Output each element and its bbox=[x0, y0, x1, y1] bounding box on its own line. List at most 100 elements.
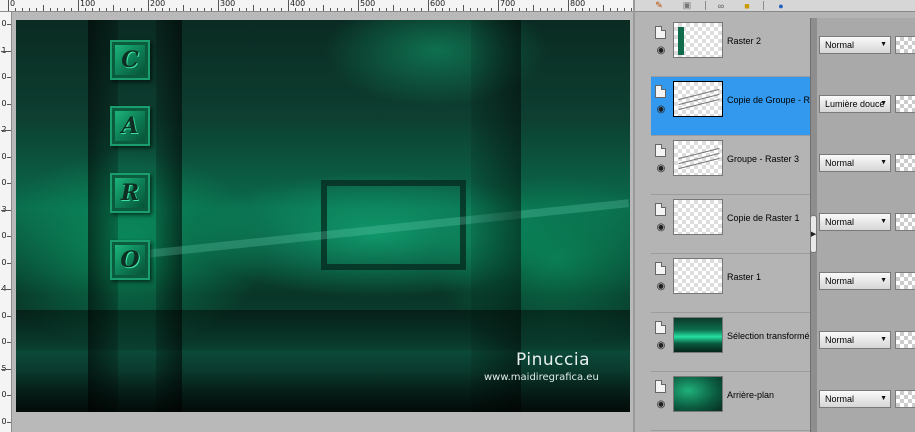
blend-mode-select[interactable]: Normal ▼ bbox=[819, 213, 891, 231]
opacity-swatch[interactable] bbox=[895, 390, 915, 408]
blend-mode-select[interactable]: Normal ▼ bbox=[819, 331, 891, 349]
eye-icon[interactable]: ◉ bbox=[654, 280, 668, 292]
eye-icon[interactable]: ◉ bbox=[654, 398, 668, 410]
ruler-minor-tick bbox=[169, 8, 170, 11]
image-canvas[interactable]: C A R O Pinuccia www.maidiregrafica.eu bbox=[16, 20, 630, 412]
opacity-swatch[interactable] bbox=[895, 213, 915, 231]
layer-type-icon[interactable] bbox=[655, 380, 666, 393]
ruler-tick bbox=[218, 0, 219, 11]
ruler-minor-tick bbox=[295, 8, 296, 11]
ruler-minor-tick bbox=[85, 8, 86, 11]
ruler-minor-tick bbox=[400, 8, 401, 11]
blend-mode-select[interactable]: Normal ▼ bbox=[819, 272, 891, 290]
ruler-minor-tick bbox=[29, 8, 30, 11]
ruler-minor-tick bbox=[99, 8, 100, 11]
ruler-minor-tick bbox=[491, 8, 492, 11]
ruler-minor-tick bbox=[141, 8, 142, 11]
layer-name[interactable]: Arrière-plan bbox=[727, 390, 810, 400]
ruler-label: 600 bbox=[430, 0, 446, 8]
letter-tile-o: O bbox=[110, 240, 150, 280]
mask-icon[interactable]: ▣ bbox=[681, 0, 693, 11]
layer-type-icon[interactable] bbox=[655, 85, 666, 98]
ruler-tick bbox=[1, 289, 11, 290]
ruler-minor-tick bbox=[631, 8, 632, 11]
layer-row[interactable]: ◉ Raster 2 bbox=[651, 18, 810, 77]
layer-row[interactable]: ◉ Raster 1 bbox=[651, 254, 810, 313]
blend-row: Lumière douce ▼ bbox=[817, 77, 915, 136]
layer-name[interactable]: Sélection transformé bbox=[727, 331, 810, 341]
layer-type-icon[interactable] bbox=[655, 321, 666, 334]
blend-row: Normal ▼ bbox=[817, 18, 915, 77]
opacity-swatch[interactable] bbox=[895, 36, 915, 54]
chevron-down-icon: ▼ bbox=[880, 159, 887, 166]
eye-icon[interactable]: ◉ bbox=[654, 44, 668, 56]
layer-name[interactable]: Raster 1 bbox=[727, 272, 810, 282]
layer-name[interactable]: Copie de Groupe - R bbox=[727, 95, 810, 105]
layer-name[interactable]: Copie de Raster 1 bbox=[727, 213, 810, 223]
dark-band-bottom bbox=[16, 310, 630, 350]
layer-name[interactable]: Groupe - Raster 3 bbox=[727, 154, 810, 164]
ruler-minor-tick bbox=[477, 8, 478, 11]
tile-letter: C bbox=[121, 47, 139, 73]
opacity-swatch[interactable] bbox=[895, 331, 915, 349]
eye-icon[interactable]: ◉ bbox=[654, 103, 668, 115]
layer-thumbnail[interactable] bbox=[673, 376, 723, 412]
ruler-tick bbox=[78, 0, 79, 11]
eye-icon[interactable]: ◉ bbox=[654, 162, 668, 174]
globe-icon[interactable]: ● bbox=[775, 0, 787, 11]
blend-mode-value: Normal bbox=[825, 158, 855, 168]
ruler-minor-tick bbox=[113, 5, 114, 11]
link-icon[interactable]: ∞ bbox=[715, 0, 727, 11]
ruler-tick bbox=[7, 77, 11, 78]
blend-mode-select[interactable]: Normal ▼ bbox=[819, 36, 891, 54]
chevron-down-icon: ▼ bbox=[880, 395, 887, 402]
eye-icon[interactable]: ◉ bbox=[654, 221, 668, 233]
blend-mode-select[interactable]: Normal ▼ bbox=[819, 390, 891, 408]
ruler-minor-tick bbox=[36, 8, 37, 11]
layer-thumbnail[interactable] bbox=[673, 22, 723, 58]
splitter-arrow-icon[interactable]: ▶ bbox=[810, 215, 817, 253]
blend-mode-select[interactable]: Lumière douce ▼ bbox=[819, 95, 891, 113]
layer-type-icon[interactable] bbox=[655, 262, 666, 275]
ruler-minor-tick bbox=[484, 8, 485, 11]
ruler-tick bbox=[7, 315, 11, 317]
opacity-swatch[interactable] bbox=[895, 154, 915, 172]
opacity-swatch[interactable] bbox=[895, 95, 915, 113]
layer-thumbnail[interactable] bbox=[673, 258, 723, 294]
blend-mode-value: Lumière douce bbox=[825, 99, 885, 109]
ruler-tick bbox=[7, 103, 11, 105]
layer-type-icon[interactable] bbox=[655, 203, 666, 216]
lock-icon[interactable]: ■ bbox=[741, 0, 753, 11]
layer-row[interactable]: ◉ Copie de Raster 1 bbox=[651, 195, 810, 254]
blend-mode-select[interactable]: Normal ▼ bbox=[819, 154, 891, 172]
layer-thumbnail[interactable] bbox=[673, 317, 723, 353]
ruler-minor-tick bbox=[344, 8, 345, 11]
watermark-name: Pinuccia bbox=[516, 350, 590, 370]
layer-thumbnail[interactable] bbox=[673, 81, 723, 117]
ruler-tick bbox=[1, 368, 11, 370]
layer-row[interactable]: ◉ Sélection transformé bbox=[651, 313, 810, 372]
layer-row[interactable]: ◉ Groupe - Raster 3 bbox=[651, 136, 810, 195]
ruler-minor-tick bbox=[456, 8, 457, 11]
ruler-tick bbox=[498, 0, 499, 11]
ruler-minor-tick bbox=[575, 8, 576, 11]
ruler-minor-tick bbox=[351, 8, 352, 11]
layer-type-icon[interactable] bbox=[655, 26, 666, 39]
ruler-tick bbox=[7, 183, 11, 184]
layer-type-icon[interactable] bbox=[655, 144, 666, 157]
eye-icon[interactable]: ◉ bbox=[654, 339, 668, 351]
layer-thumbnail[interactable] bbox=[673, 199, 723, 235]
ruler-minor-tick bbox=[302, 8, 303, 11]
ruler-minor-tick bbox=[610, 8, 611, 11]
ruler-minor-tick bbox=[470, 8, 471, 11]
brush-icon[interactable]: ✎ bbox=[653, 0, 665, 11]
ruler-minor-tick bbox=[204, 8, 205, 11]
chevron-down-icon: ▼ bbox=[880, 336, 887, 343]
toolbar-separator bbox=[763, 1, 764, 10]
layer-row[interactable]: ◉ Arrière-plan bbox=[651, 372, 810, 431]
ruler-minor-tick bbox=[71, 8, 72, 11]
opacity-swatch[interactable] bbox=[895, 272, 915, 290]
layer-row[interactable]: ◉ Copie de Groupe - R bbox=[651, 77, 810, 136]
layer-thumbnail[interactable] bbox=[673, 140, 723, 176]
layer-name[interactable]: Raster 2 bbox=[727, 36, 810, 46]
